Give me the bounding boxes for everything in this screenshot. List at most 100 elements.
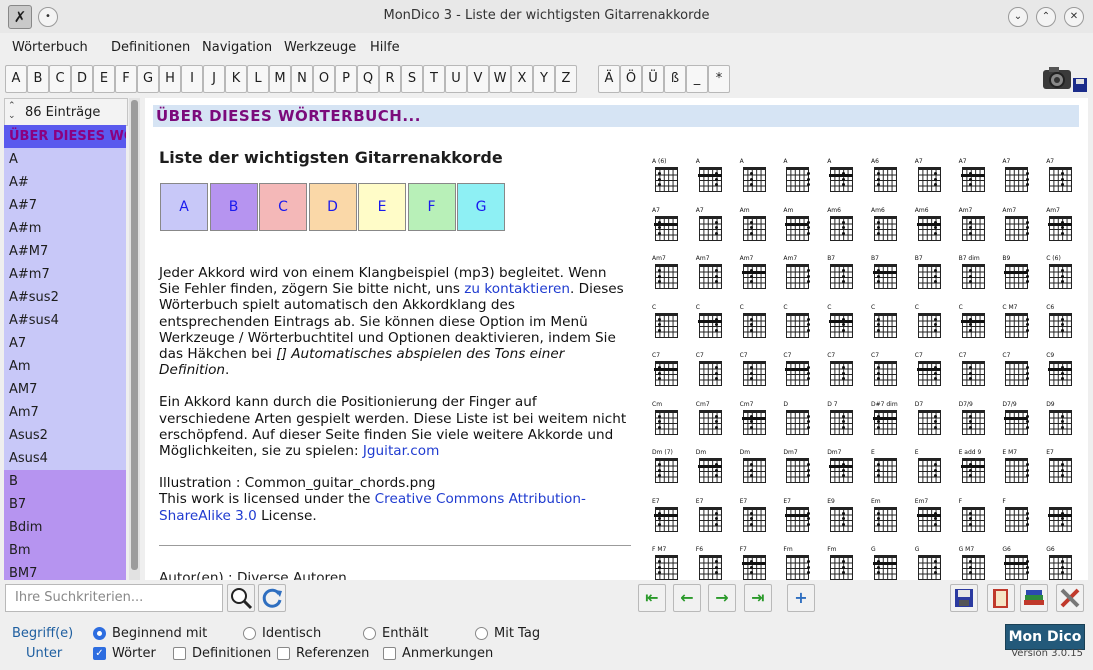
menu-dictionaries[interactable]: Wörterbuch [12,40,88,55]
menu-navigation[interactable]: Navigation [202,40,272,55]
book-icon[interactable] [987,584,1015,612]
first-entry-icon[interactable]: ⇤ [638,584,666,612]
previous-entry-icon[interactable]: ← [673,584,701,612]
list-item[interactable]: B7 [4,493,126,516]
letter-button[interactable]: W [489,65,511,93]
list-item[interactable]: A7 [4,332,126,355]
menu-definitions[interactable]: Definitionen [111,40,190,55]
menu-help[interactable]: Hilfe [370,40,400,55]
radio-label[interactable]: Enthält [382,626,428,641]
radio-button[interactable] [243,627,256,640]
chord-name: G M7 [958,546,975,553]
list-item[interactable]: Asus2 [4,424,126,447]
letter-button[interactable]: Ä [598,65,620,93]
list-item[interactable]: B [4,470,126,493]
menu-tools[interactable]: Werkzeuge [284,40,356,55]
letter-button[interactable]: H [159,65,181,93]
fretboard-grid [1005,167,1029,192]
jguitar-link[interactable]: Jguitar.com [363,443,439,459]
list-item[interactable]: A#m7 [4,263,126,286]
list-item[interactable]: Am7 [4,401,126,424]
radio-label[interactable]: Beginnend mit [112,626,207,641]
letter-button[interactable]: B [27,65,49,93]
list-item[interactable]: A#sus4 [4,309,126,332]
letter-button[interactable]: U [445,65,467,93]
letter-button[interactable]: Q [357,65,379,93]
radio-button[interactable] [93,627,106,640]
save-icon[interactable] [950,584,978,612]
magnifier-icon[interactable] [227,584,255,612]
chord-name: Dm7 [827,449,842,456]
letter-button[interactable]: M [269,65,291,93]
letter-button[interactable]: Z [555,65,577,93]
letter-button[interactable]: Ü [642,65,664,93]
letter-button[interactable]: G [137,65,159,93]
radio-label[interactable]: Mit Tag [494,626,540,641]
checkbox-label[interactable]: Wörter [112,646,156,661]
letter-button[interactable]: S [401,65,423,93]
letter-button[interactable]: K [225,65,247,93]
letter-button[interactable]: T [423,65,445,93]
list-item[interactable]: A# [4,171,126,194]
finger-dot [1060,231,1064,235]
sort-spinner-icon[interactable]: ⌃ ⌄ [8,101,16,121]
list-item[interactable]: A#7 [4,194,126,217]
letter-button[interactable]: J [203,65,225,93]
letter-button[interactable]: Ö [620,65,642,93]
letter-button[interactable]: X [511,65,533,93]
letter-button[interactable]: N [291,65,313,93]
tools-icon[interactable] [1056,584,1084,612]
list-item[interactable]: AM7 [4,378,126,401]
refresh-icon[interactable] [258,584,286,612]
list-item[interactable]: Am [4,355,126,378]
checkbox[interactable] [173,647,186,660]
list-item-selected[interactable]: ÜBER DIESES WÖRTERBUCH... [4,125,126,148]
letter-button[interactable]: F [115,65,137,93]
list-item[interactable]: A [4,148,126,171]
dictionaries-icon[interactable] [1020,584,1048,612]
letter-button[interactable]: C [49,65,71,93]
letter-button[interactable]: I [181,65,203,93]
radio-label[interactable]: Identisch [262,626,321,641]
letter-button[interactable]: ß [664,65,686,93]
radio-button[interactable] [363,627,376,640]
letter-button[interactable]: E [93,65,115,93]
chord-name: B7 [914,255,923,262]
list-item[interactable]: Asus4 [4,447,126,470]
add-entry-icon[interactable]: + [787,584,815,612]
finger-dot [1060,425,1064,429]
maximize-button[interactable]: ⌃ [1036,7,1056,27]
list-item[interactable]: A#M7 [4,240,126,263]
list-item[interactable]: A#sus2 [4,286,126,309]
letter-button[interactable]: * [708,65,730,93]
last-entry-icon[interactable]: ⇥ [744,584,772,612]
letter-button[interactable]: V [467,65,489,93]
letter-button[interactable]: O [313,65,335,93]
close-button[interactable]: ✕ [1064,7,1084,27]
list-item[interactable]: A#m [4,217,126,240]
contact-link[interactable]: zu kontaktieren [464,281,570,297]
entry-list-scroll-thumb[interactable] [131,100,138,570]
search-input[interactable]: Ihre Suchkriterien... [5,584,223,612]
letter-button[interactable]: D [71,65,93,93]
chord-diagram: B9 [1000,255,1038,295]
letter-button[interactable]: _ [686,65,708,93]
list-item[interactable]: BM7 [4,562,126,580]
checkbox-label[interactable]: Referenzen [296,646,369,661]
next-entry-icon[interactable]: → [708,584,736,612]
list-item[interactable]: Bdim [4,516,126,539]
letter-button[interactable]: L [247,65,269,93]
radio-button[interactable] [475,627,488,640]
checkbox-label[interactable]: Definitionen [192,646,271,661]
minimize-button[interactable]: ⌄ [1008,7,1028,27]
list-item[interactable]: Bm [4,539,126,562]
checkbox[interactable]: ✓ [93,647,106,660]
letter-button[interactable]: A [5,65,27,93]
screenshot-camera-icon[interactable] [1041,64,1089,94]
checkbox[interactable] [277,647,290,660]
letter-button[interactable]: R [379,65,401,93]
letter-button[interactable]: Y [533,65,555,93]
letter-button[interactable]: P [335,65,357,93]
checkbox-label[interactable]: Anmerkungen [402,646,493,661]
checkbox[interactable] [383,647,396,660]
